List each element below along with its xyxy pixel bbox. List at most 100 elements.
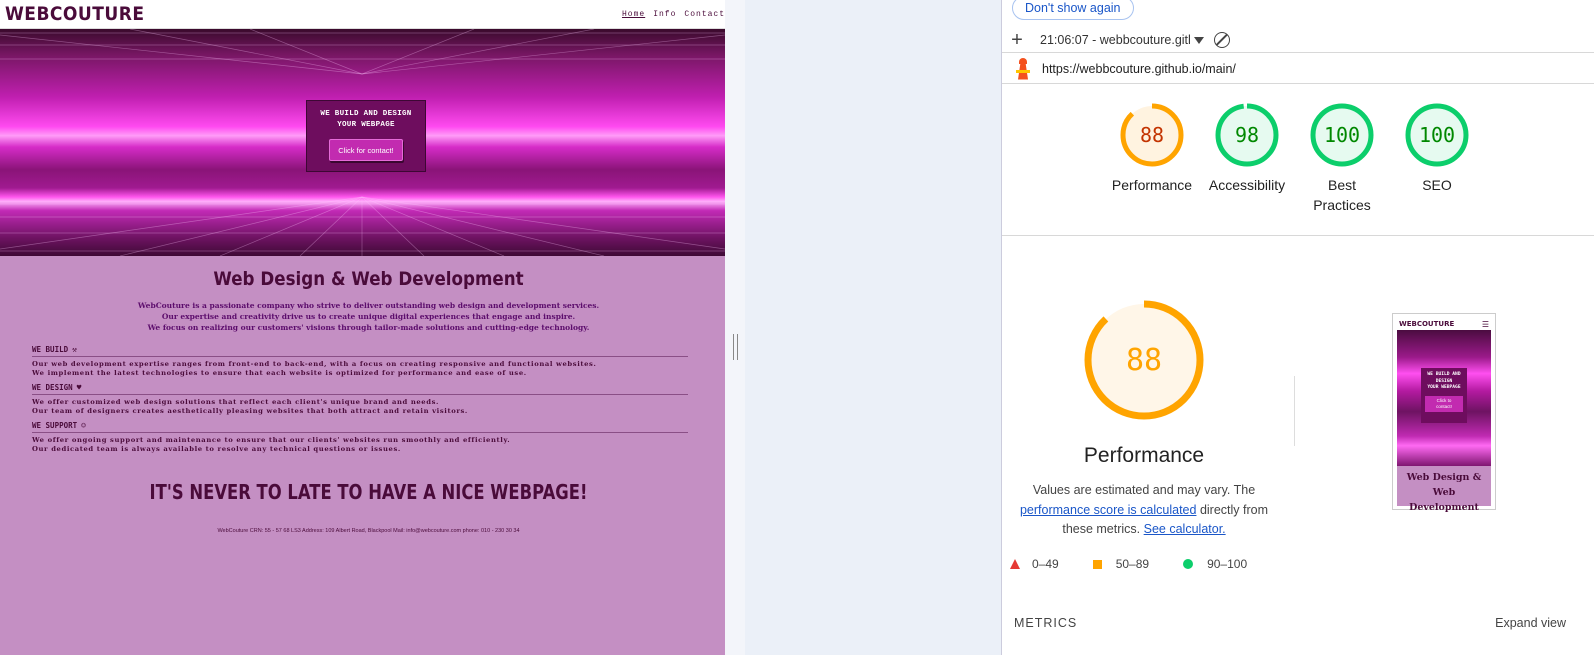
- square-icon: [1092, 559, 1102, 569]
- plus-icon[interactable]: +: [1002, 30, 1032, 50]
- gauge-ring: 98: [1215, 103, 1279, 167]
- contact-button[interactable]: Click for contact!: [329, 139, 403, 161]
- performance-score-large: 88: [1126, 343, 1162, 378]
- expand-view-button[interactable]: Expand view: [1495, 616, 1566, 630]
- score-gauges: 88 Performance 98 Accessibility 100 Best…: [1002, 86, 1594, 236]
- note-text: Values are estimated and may vary. The: [1032, 483, 1256, 497]
- site-header: WEBCOUTURE Home Info Contact: [0, 0, 737, 29]
- gauge-ring: 100: [1310, 103, 1374, 167]
- thumb-hero-box: WE BUILD AND DESIGN YOUR WEBPAGE Click t…: [1421, 368, 1467, 423]
- gauge-value: 100: [1324, 123, 1360, 147]
- service-line: We offer customized web design solutions…: [32, 398, 439, 406]
- legend-range: 90–100: [1207, 557, 1248, 571]
- website-preview: WEBCOUTURE Home Info Contact WE BUILD AN…: [0, 0, 737, 655]
- service-text: We offer customized web design solutions…: [32, 398, 688, 415]
- support-icon: ☺: [81, 421, 86, 430]
- section-title: Web Design & Web Development: [213, 268, 524, 290]
- divider: [1294, 376, 1295, 446]
- intro-line: Our expertise and creativity drive us to…: [161, 312, 576, 321]
- thumb-logo: WEBCOUTURE: [1399, 320, 1455, 328]
- legend-pass: 90–100: [1183, 557, 1247, 571]
- performance-gauge-large: 88: [1084, 300, 1204, 420]
- gauge-label: SEO: [1422, 177, 1452, 193]
- service-heading: WE SUPPORT ☺: [32, 421, 688, 433]
- service-build: WE BUILD ⚒ Our web development expertise…: [32, 345, 688, 377]
- triangle-icon: [1010, 559, 1020, 569]
- service-heading: WE DESIGN ♥: [32, 383, 688, 395]
- menu-icon: ☰: [1481, 319, 1489, 329]
- legend-fail: 0–49: [1010, 557, 1059, 571]
- report-url: https://webbcouture.github.io/main/: [1042, 61, 1236, 76]
- gauge-accessibility[interactable]: 98 Accessibility: [1197, 102, 1297, 195]
- intro-text: WebCouture is a passionate company who s…: [0, 300, 737, 333]
- chevron-down-icon[interactable]: [1194, 36, 1204, 44]
- screen: WEBCOUTURE Home Info Contact WE BUILD AN…: [0, 0, 1594, 655]
- gauge-value: 100: [1419, 123, 1455, 147]
- thumb-hero-title: WE BUILD AND DESIGN YOUR WEBPAGE: [1427, 372, 1461, 390]
- gauge-ring: 100: [1405, 103, 1469, 167]
- report-selector[interactable]: 21:06:07 - webbcouture.githu: [1040, 33, 1190, 47]
- gauge-best-practices[interactable]: 100 Best Practices: [1292, 102, 1392, 215]
- hero-title: WE BUILD AND DESIGN YOUR WEBPAGE: [320, 110, 412, 129]
- legend-range: 50–89: [1115, 557, 1150, 571]
- report-url-bar: https://webbcouture.github.io/main/: [1002, 54, 1594, 84]
- hammer-icon: ⚒: [72, 345, 77, 354]
- lighthouse-panel: Don't show again + 21:06:07 - webbcoutur…: [1001, 0, 1594, 655]
- service-line: Our web development expertise ranges fro…: [32, 360, 597, 368]
- lighthouse-icon: [1016, 57, 1030, 80]
- gauge-seo[interactable]: 100 SEO: [1387, 102, 1487, 195]
- nav-home[interactable]: Home: [622, 10, 645, 19]
- intro-line: WebCouture is a passionate company who s…: [137, 301, 600, 310]
- thumb-contact-button: Click to contact!: [1425, 395, 1463, 412]
- gauge-value: 88: [1140, 123, 1164, 147]
- legend-average: 50–89: [1092, 557, 1150, 571]
- metrics-heading: METRICS: [1014, 616, 1078, 630]
- service-title: WE SUPPORT: [32, 421, 78, 430]
- dont-show-again-button[interactable]: Don't show again: [1012, 0, 1134, 20]
- service-design: WE DESIGN ♥ We offer customized web desi…: [32, 383, 688, 415]
- service-title: WE DESIGN: [32, 383, 73, 392]
- service-support: WE SUPPORT ☺ We offer ongoing support an…: [32, 421, 688, 453]
- site-footer: WebCouture CRN: 55 - 57 68 LS3 Address: …: [217, 528, 520, 534]
- circle-icon: [1183, 559, 1194, 569]
- legend-range: 0–49: [1032, 557, 1059, 571]
- see-calculator-link[interactable]: See calculator.: [1144, 522, 1226, 536]
- nav-info[interactable]: Info: [653, 10, 676, 19]
- hero-banner: WE BUILD AND DESIGN YOUR WEBPAGE Click f…: [0, 29, 737, 256]
- service-text: Our web development expertise ranges fro…: [32, 360, 688, 377]
- gauge-performance[interactable]: 88 Performance: [1102, 102, 1202, 195]
- gauge-ring: 88: [1120, 103, 1184, 167]
- gauge-label: Performance: [1111, 177, 1193, 193]
- thumb-header: WEBCOUTURE ☰: [1397, 318, 1491, 330]
- service-line: We implement the latest technologies to …: [32, 368, 527, 377]
- site-nav: Home Info Contact: [622, 10, 725, 19]
- nav-contact[interactable]: Contact: [684, 10, 725, 19]
- hero-box: WE BUILD AND DESIGN YOUR WEBPAGE Click f…: [306, 100, 426, 172]
- site-content: Web Design & Web Development WebCouture …: [0, 256, 737, 534]
- page-screenshot-thumbnail[interactable]: WEBCOUTURE ☰ WE BUILD AND DESIGN YOUR WE…: [1392, 313, 1496, 513]
- gauge-label: Best Practices: [1313, 177, 1371, 213]
- service-text: We offer ongoing support and maintenance…: [32, 436, 688, 453]
- performance-heading: Performance: [1083, 444, 1205, 467]
- service-heading: WE BUILD ⚒: [32, 345, 688, 357]
- cta-heading: IT'S NEVER TO LATE TO HAVE A NICE WEBPAG…: [149, 480, 588, 504]
- palette-icon: ♥: [76, 383, 82, 392]
- performance-score-link[interactable]: performance score is calculated: [1020, 503, 1196, 517]
- service-title: WE BUILD: [32, 345, 69, 354]
- lighthouse-toolbar: + 21:06:07 - webbcouture.githu: [1002, 28, 1594, 53]
- intro-line: We focus on realizing our customers' vis…: [147, 323, 590, 332]
- service-line: Our team of designers creates aesthetica…: [32, 406, 468, 415]
- gauge-value: 98: [1235, 123, 1259, 147]
- splitter-handle-icon[interactable]: [733, 334, 738, 360]
- thumb-hero: WE BUILD AND DESIGN YOUR WEBPAGE Click t…: [1397, 330, 1491, 466]
- site-logo[interactable]: WEBCOUTURE: [5, 3, 144, 25]
- score-legend: 0–49 50–89 90–100: [1010, 557, 1281, 571]
- service-line: Our dedicated team is always available t…: [32, 444, 401, 453]
- performance-note: Values are estimated and may vary. The p…: [1006, 481, 1282, 540]
- pane-splitter[interactable]: [725, 0, 745, 655]
- gauge-label: Accessibility: [1208, 177, 1286, 193]
- empty-pane: [745, 0, 1001, 655]
- thumb-heading: Web Design & Web Development: [1397, 466, 1491, 513]
- clear-icon[interactable]: [1214, 32, 1230, 48]
- service-line: We offer ongoing support and maintenance…: [32, 436, 511, 444]
